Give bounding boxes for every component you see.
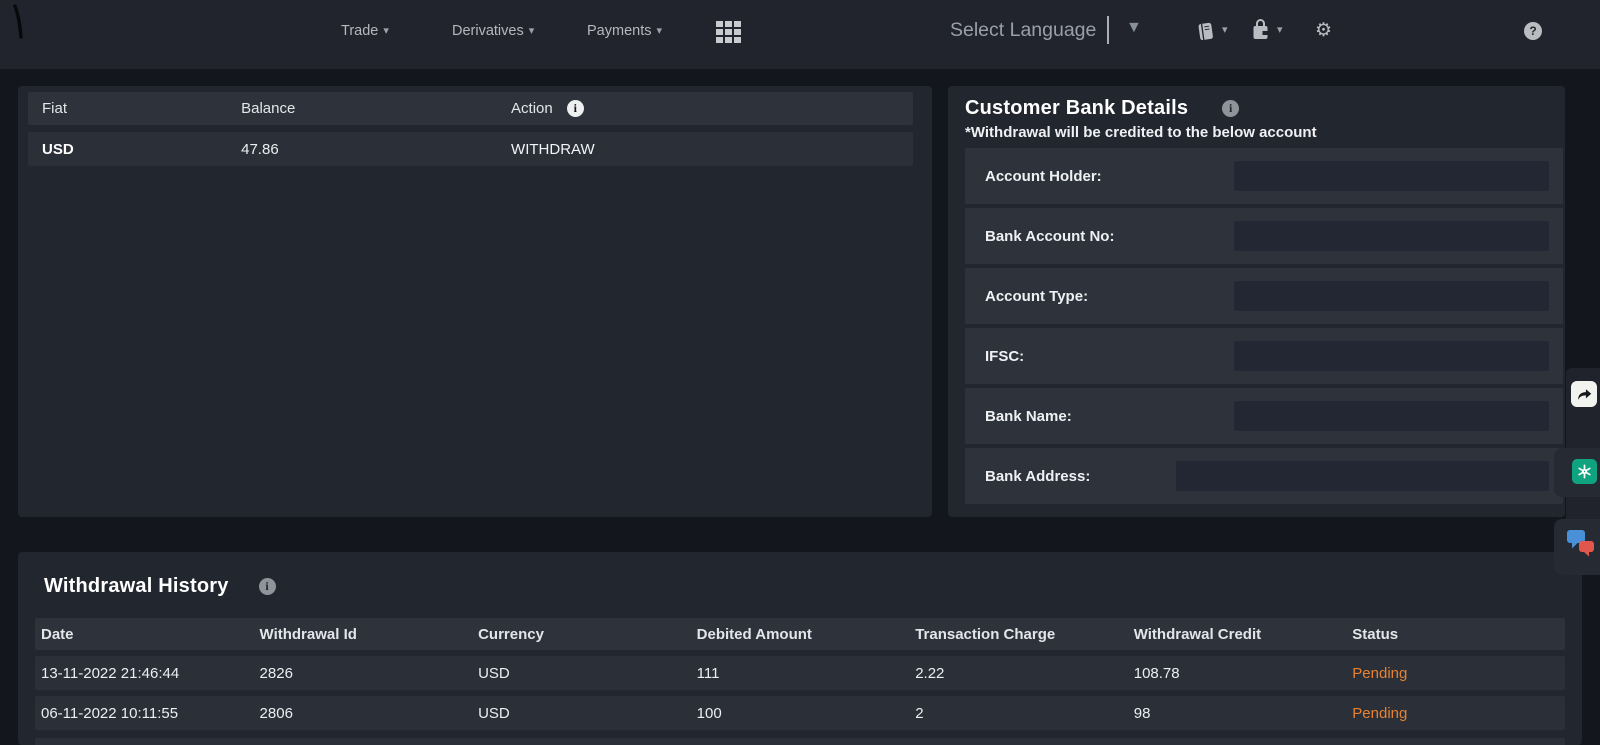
status-badge: Pending	[1346, 665, 1565, 682]
transaction-charge-cell: 2.22	[909, 665, 1128, 682]
section-title: Withdrawal History	[44, 575, 229, 598]
wallet-lock-icon[interactable]	[1250, 17, 1271, 43]
withdrawal-history-table: Date Withdrawal Id Currency Debited Amou…	[35, 618, 1565, 730]
field-bank-address: Bank Address:	[965, 448, 1563, 504]
chat-bubbles-icon[interactable]	[1565, 528, 1596, 562]
fiat-table-header: Fiat Balance Action i	[28, 92, 913, 125]
currency-cell: USD	[472, 665, 691, 682]
divider	[1107, 16, 1109, 44]
account-holder-value	[1234, 161, 1549, 191]
info-icon[interactable]: i	[567, 100, 584, 117]
debited-amount-cell: 100	[691, 705, 910, 722]
col-header-withdrawal-id: Withdrawal Id	[254, 626, 473, 643]
col-header-transaction-charge: Transaction Charge	[909, 626, 1128, 643]
field-label: Bank Account No:	[985, 228, 1114, 245]
withdraw-button[interactable]: WITHDRAW	[511, 141, 595, 158]
bank-detail-fields: Account Holder: Bank Account No: Account…	[965, 148, 1563, 504]
withdrawal-id-cell: 2826	[254, 665, 473, 682]
fiat-currency-cell: USD	[28, 141, 227, 158]
field-ifsc: IFSC:	[965, 328, 1563, 384]
field-label: Bank Name:	[985, 408, 1072, 425]
col-header-date: Date	[35, 626, 254, 643]
share-extension-button[interactable]	[1571, 381, 1597, 407]
ifsc-value	[1234, 341, 1549, 371]
bank-name-value	[1234, 401, 1549, 431]
logo-mark	[10, 3, 28, 46]
fiat-table: Fiat Balance Action i USD 47.86 WITHDRAW	[28, 92, 913, 166]
col-header-balance: Balance	[227, 100, 497, 117]
currency-cell: USD	[472, 705, 691, 722]
help-icon[interactable]: ?	[1524, 22, 1542, 40]
history-table-header: Date Withdrawal Id Currency Debited Amou…	[35, 618, 1565, 650]
nav-item-label: Trade	[341, 23, 378, 39]
page-title: Customer Bank Details	[965, 97, 1188, 120]
col-header-currency: Currency	[472, 626, 691, 643]
field-label: Account Holder:	[985, 168, 1102, 185]
transaction-charge-cell: 2	[909, 705, 1128, 722]
col-header-fiat: Fiat	[28, 100, 227, 117]
col-header-debited-amount: Debited Amount	[691, 626, 910, 643]
nav-item-label: Derivatives	[452, 23, 524, 39]
chevron-down-icon: ▾	[529, 26, 535, 37]
chevron-down-icon[interactable]: ▾	[1222, 25, 1228, 36]
status-badge: Pending	[1346, 705, 1565, 722]
field-account-type: Account Type:	[965, 268, 1563, 324]
language-dropdown-icon[interactable]: ▼	[1126, 19, 1142, 37]
chatgpt-icon[interactable]	[1572, 459, 1597, 484]
share-arrow-icon	[1576, 386, 1593, 403]
debited-amount-cell: 111	[691, 665, 910, 682]
withdrawal-credit-cell: 108.78	[1128, 665, 1347, 682]
fiat-balance-cell: 47.86	[227, 141, 497, 158]
info-icon[interactable]: i	[259, 578, 276, 595]
date-cell: 06-11-2022 10:11:55	[35, 705, 254, 722]
info-icon[interactable]: i	[1222, 100, 1239, 117]
field-bank-name: Bank Name:	[965, 388, 1563, 444]
nav-item-trade[interactable]: Trade ▾	[341, 23, 389, 39]
top-navigation-bar: Trade ▾ Derivatives ▾ Payments ▾ Select …	[0, 0, 1600, 69]
nav-item-derivatives[interactable]: Derivatives ▾	[452, 23, 534, 39]
col-header-action: Action i	[497, 100, 913, 117]
orders-book-icon[interactable]	[1195, 21, 1216, 42]
col-header-status: Status	[1346, 626, 1565, 643]
withdrawal-history-panel: Withdrawal History i Date Withdrawal Id …	[18, 552, 1582, 745]
table-row: 06-11-2022 10:11:55 2806 USD 100 2 98 Pe…	[35, 696, 1565, 730]
withdrawal-id-cell: 2806	[254, 705, 473, 722]
table-row: USD 47.86 WITHDRAW	[28, 132, 913, 166]
table-row: 13-11-2022 21:46:44 2826 USD 111 2.22 10…	[35, 656, 1565, 690]
nav-item-label: Payments	[587, 23, 651, 39]
table-row-partial	[35, 738, 1565, 745]
bank-address-value	[1176, 461, 1549, 491]
field-label: Bank Address:	[985, 468, 1090, 485]
withdrawal-credit-cell: 98	[1128, 705, 1347, 722]
apps-grid-icon[interactable]	[716, 21, 741, 43]
withdrawal-credit-note: *Withdrawal will be credited to the belo…	[965, 124, 1563, 141]
bank-account-no-value	[1234, 221, 1549, 251]
field-label: Account Type:	[985, 288, 1088, 305]
customer-bank-details-panel: Customer Bank Details i *Withdrawal will…	[948, 86, 1565, 517]
field-label: IFSC:	[985, 348, 1024, 365]
chevron-down-icon: ▾	[656, 26, 662, 37]
col-header-action-label: Action	[511, 100, 553, 117]
chevron-down-icon[interactable]: ▾	[1277, 25, 1283, 36]
field-account-holder: Account Holder:	[965, 148, 1563, 204]
col-header-withdrawal-credit: Withdrawal Credit	[1128, 626, 1347, 643]
account-type-value	[1234, 281, 1549, 311]
nav-item-payments[interactable]: Payments ▾	[587, 23, 662, 39]
fiat-balance-panel: Fiat Balance Action i USD 47.86 WITHDRAW	[18, 86, 932, 517]
chevron-down-icon: ▾	[383, 26, 389, 37]
gear-icon[interactable]: ⚙	[1315, 19, 1332, 42]
field-bank-account-no: Bank Account No:	[965, 208, 1563, 264]
select-language-button[interactable]: Select Language	[950, 19, 1096, 42]
date-cell: 13-11-2022 21:46:44	[35, 665, 254, 682]
